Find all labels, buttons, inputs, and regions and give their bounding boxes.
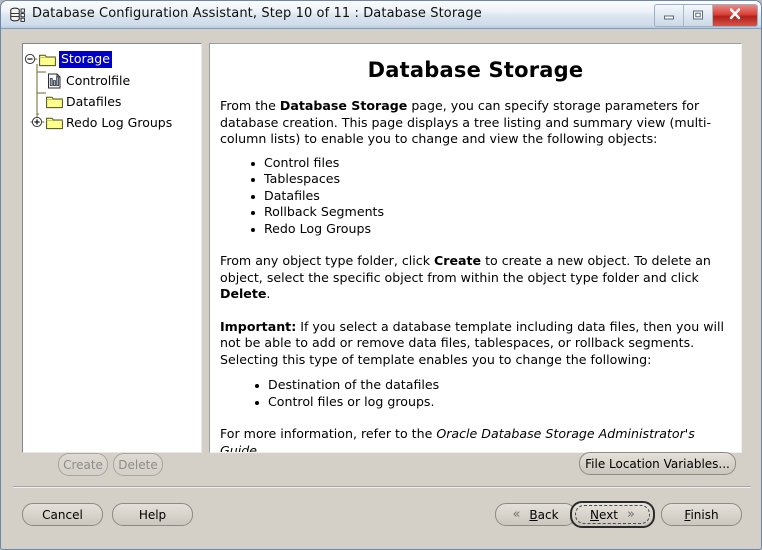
content-panel: Database Storage From the Database Stora…	[209, 43, 742, 453]
file-location-variables-button[interactable]: File Location Variables...	[579, 452, 736, 475]
collapse-minus-icon[interactable]	[23, 52, 38, 67]
maximize-button[interactable]	[684, 5, 713, 26]
chevron-left-icon: «	[512, 507, 521, 522]
create-button[interactable]: Create	[58, 453, 108, 476]
paragraph-important: Important: If you select a database temp…	[220, 319, 727, 369]
minimize-button[interactable]	[655, 5, 684, 26]
delete-button[interactable]: Delete	[113, 453, 163, 476]
finish-label: Finish	[684, 508, 718, 522]
tree-node-storage[interactable]: Storage	[23, 49, 201, 70]
next-mnemonic: N	[590, 507, 600, 522]
cd-text-e: .	[266, 286, 271, 301]
content-text: From the Database Storage page, you can …	[210, 98, 741, 453]
intro-text-a: From the	[220, 98, 280, 113]
back-mnemonic: B	[529, 507, 538, 522]
changeable-list: Destination of the datafiles Control fil…	[220, 377, 727, 410]
folder-icon	[46, 95, 63, 109]
cancel-button[interactable]: Cancel	[22, 503, 103, 526]
tree-node-label-controlfile: Controlfile	[66, 72, 131, 88]
window-controls	[654, 4, 758, 27]
tree-node-controlfile[interactable]: Controlfile	[23, 70, 201, 91]
list-item: Redo Log Groups	[251, 221, 727, 238]
cd-bold-delete: Delete	[220, 286, 267, 301]
important-label: Important:	[220, 318, 297, 334]
folder-icon	[39, 53, 56, 67]
window-title: Database Configuration Assistant, Step 1…	[32, 6, 482, 21]
expand-plus-icon[interactable]	[30, 115, 45, 130]
next-rest: ext	[599, 507, 618, 522]
maximize-icon	[692, 6, 705, 25]
window-body: Storage Controlfile Datafiles Redo Log G…	[1, 29, 761, 549]
page-title: Database Storage	[367, 58, 584, 82]
cd-text-a: From any object type folder, click	[220, 253, 435, 268]
storage-tree: Storage Controlfile Datafiles Redo Log G…	[23, 44, 201, 133]
cd-bold-create: Create	[434, 253, 482, 268]
close-icon	[727, 6, 743, 25]
tree-node-label-redo-log-groups: Redo Log Groups	[66, 114, 173, 130]
controlfile-icon	[47, 73, 62, 89]
close-button[interactable]	[713, 5, 757, 26]
chevron-right-icon: »	[627, 507, 635, 522]
list-item: Control files or log groups.	[255, 394, 727, 411]
folder-icon	[46, 116, 63, 130]
application-window: Database Configuration Assistant, Step 1…	[0, 0, 762, 550]
intro-bold: Database Storage	[279, 98, 408, 113]
database-icon	[9, 6, 27, 24]
list-item: Rollback Segments	[251, 204, 727, 221]
finish-button[interactable]: Finish	[661, 503, 742, 526]
next-label: Next	[590, 508, 618, 522]
list-item: Control files	[251, 155, 727, 172]
moreinfo-text-a: For more information, refer to the	[220, 426, 437, 441]
list-item: Tablespaces	[251, 171, 727, 188]
moreinfo-text-c: .	[256, 442, 261, 453]
tree-node-label-datafiles: Datafiles	[66, 93, 122, 109]
storage-tree-panel[interactable]: Storage Controlfile Datafiles Redo Log G…	[22, 43, 202, 453]
tree-node-datafiles[interactable]: Datafiles	[23, 91, 201, 112]
paragraph-create-delete: From any object type folder, click Creat…	[220, 253, 727, 303]
paragraph-more-info: For more information, refer to the Oracl…	[220, 426, 727, 453]
list-item: Datafiles	[251, 188, 727, 205]
help-button[interactable]: Help	[112, 503, 193, 526]
back-label: Back	[529, 508, 558, 522]
finish-rest: inish	[690, 507, 719, 522]
tree-node-label-storage: Storage	[59, 51, 112, 68]
next-button[interactable]: Next »	[570, 501, 655, 528]
tree-node-redo-log-groups[interactable]: Redo Log Groups	[23, 112, 201, 133]
back-button[interactable]: « Back	[495, 503, 576, 526]
list-item: Destination of the datafiles	[255, 377, 727, 394]
paragraph-intro: From the Database Storage page, you can …	[220, 98, 727, 148]
back-rest: ack	[537, 507, 559, 522]
object-list: Control files Tablespaces Datafiles Roll…	[220, 155, 727, 238]
important-text: If you select a database template includ…	[220, 318, 724, 367]
footer-separator	[13, 486, 751, 488]
minimize-icon	[663, 6, 676, 25]
title-bar[interactable]: Database Configuration Assistant, Step 1…	[1, 1, 761, 29]
